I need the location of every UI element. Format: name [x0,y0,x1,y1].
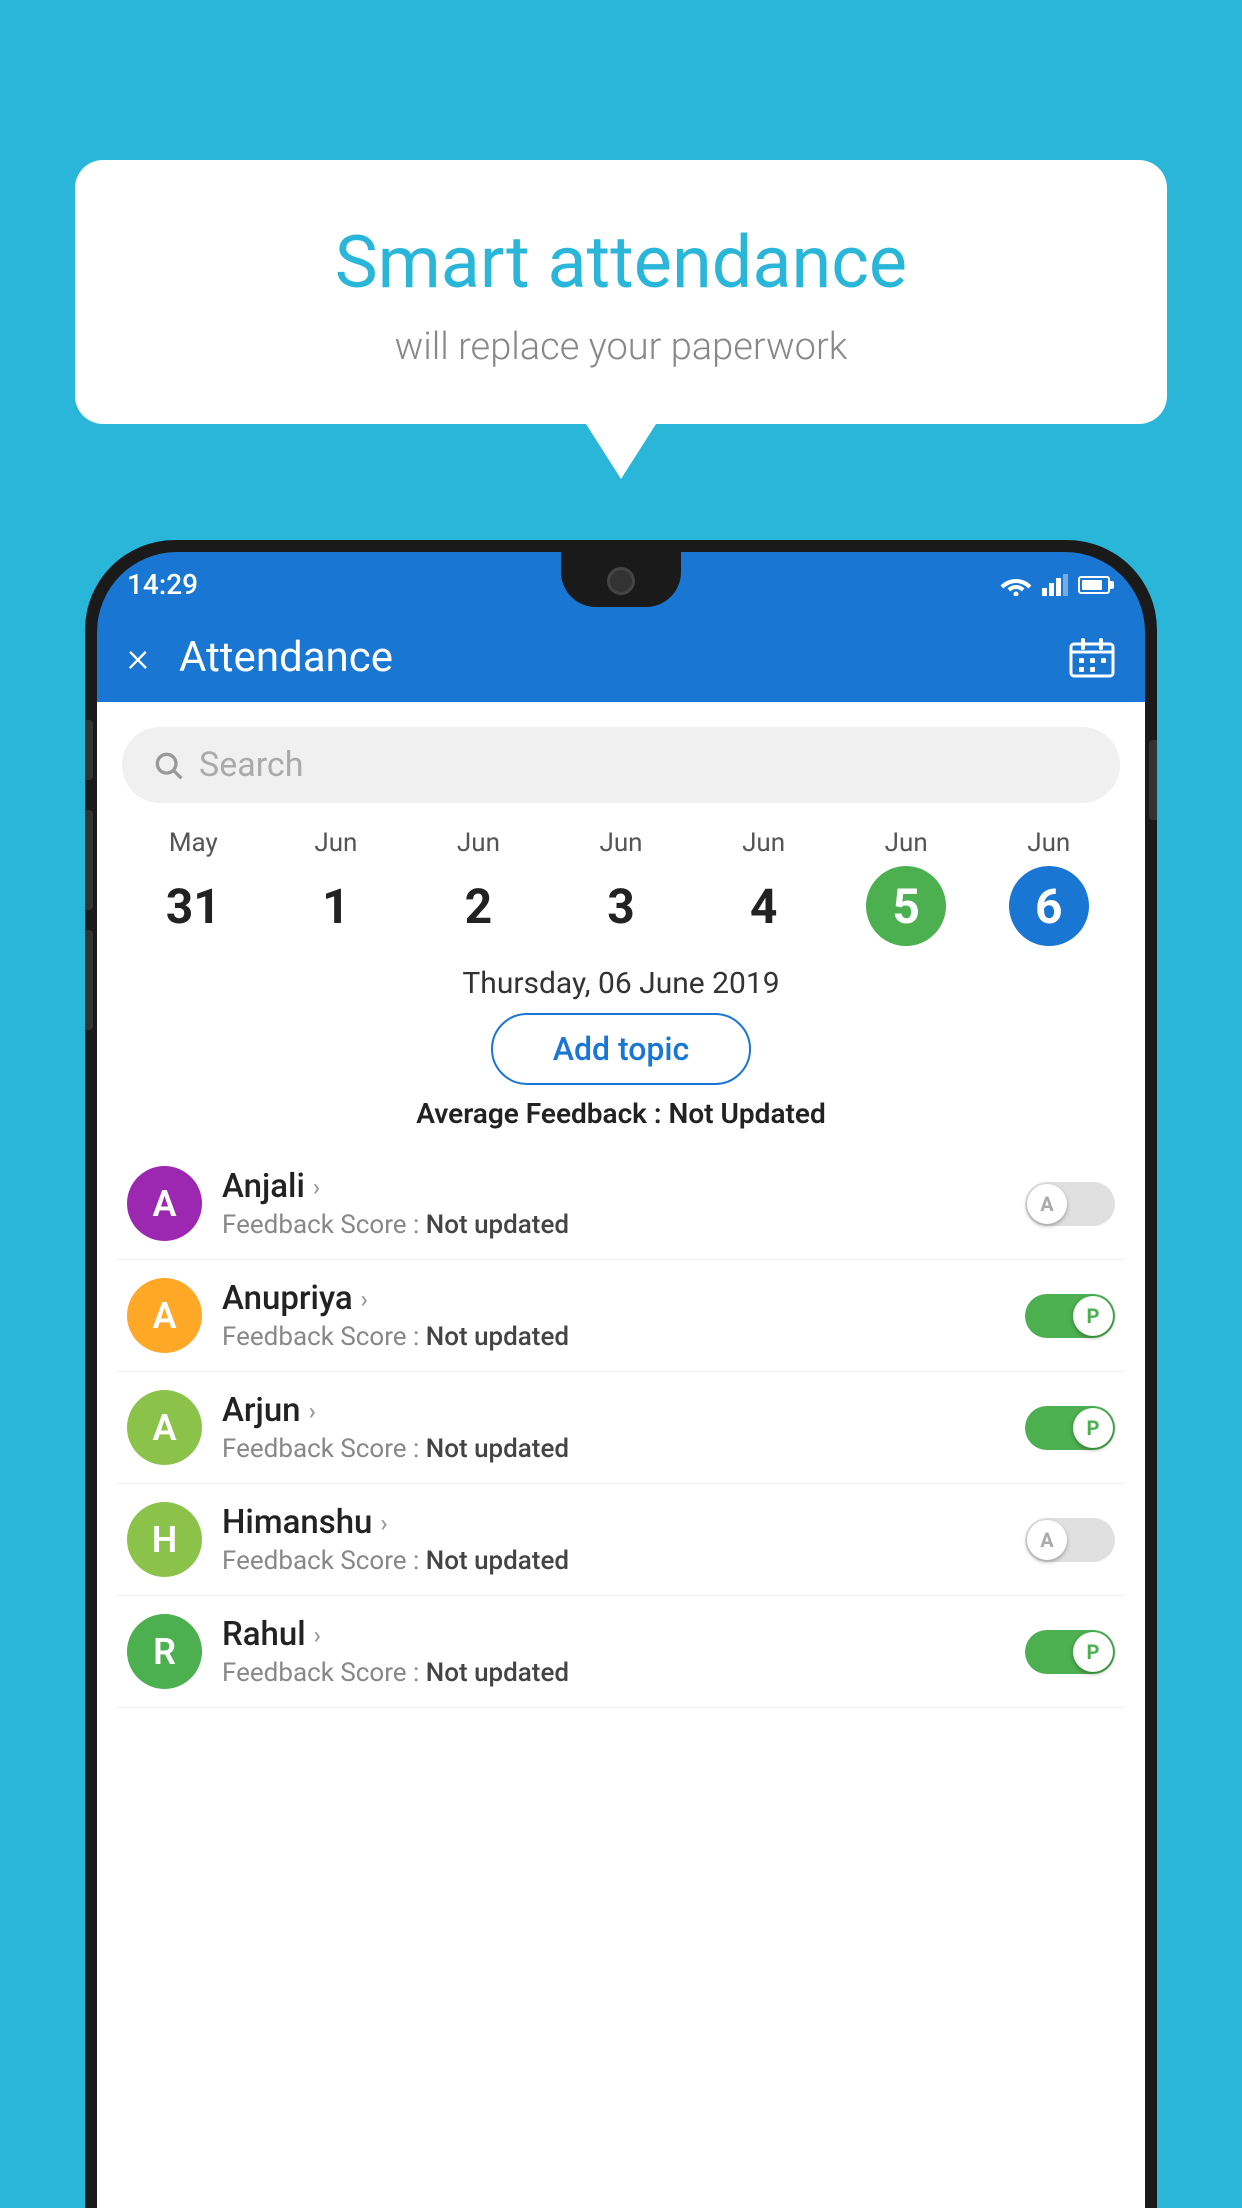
search-placeholder: Search [199,745,303,785]
date-strip: May 31 Jun 1 Jun 2 Jun 3 Jun 4 Jun 5 Jun 6 [97,818,1145,956]
signal-icon [1042,574,1068,596]
toggle-thumb: A [1027,1184,1067,1224]
date-month: Jun [314,828,357,858]
app-header: × Attendance [97,612,1145,702]
chevron-right-icon: › [309,1397,316,1425]
student-info: Arjun › Feedback Score : Not updated [222,1391,1010,1464]
toggle-thumb: P [1073,1408,1113,1448]
date-month: May [169,828,218,858]
student-feedback: Feedback Score : Not updated [222,1322,1010,1352]
student-item[interactable]: A Anupriya › Feedback Score : Not updated P [117,1260,1125,1372]
date-item[interactable]: Jun 3 [550,828,693,946]
feedback-value: Not updated [426,1546,569,1576]
student-name: Anjali › [222,1167,1010,1206]
date-month: Jun [1027,828,1070,858]
student-name: Arjun › [222,1391,1010,1430]
toggle-thumb: P [1073,1296,1113,1336]
add-topic-button[interactable]: Add topic [491,1013,752,1085]
status-icons [1000,574,1110,596]
student-item[interactable]: A Arjun › Feedback Score : Not updated P [117,1372,1125,1484]
screen-content: Search May 31 Jun 1 Jun 2 Jun 3 Jun 4 Jun 5 Jun 6 Thu… [97,702,1145,2208]
date-item[interactable]: Jun 2 [407,828,550,946]
student-info: Anjali › Feedback Score : Not updated [222,1167,1010,1240]
attendance-toggle[interactable]: A [1025,1182,1115,1226]
date-month: Jun [600,828,643,858]
feedback-value: Not updated [426,1434,569,1464]
date-item[interactable]: May 31 [122,828,265,946]
battery-icon [1078,576,1110,594]
date-day: 2 [438,866,518,946]
date-day: 4 [724,866,804,946]
selected-date-label: Thursday, 06 June 2019 [97,966,1145,1001]
attendance-toggle[interactable]: P [1025,1294,1115,1338]
student-info: Anupriya › Feedback Score : Not updated [222,1279,1010,1352]
phone-inner: 14:29 [97,552,1145,2208]
date-item[interactable]: Jun 6 [977,828,1120,946]
avatar: A [127,1390,202,1465]
search-icon [152,749,184,781]
average-feedback: Average Feedback : Not Updated [97,1097,1145,1130]
avatar: R [127,1614,202,1689]
date-day: 5 [866,866,946,946]
bubble-title: Smart attendance [135,220,1107,305]
student-item[interactable]: H Himanshu › Feedback Score : Not updated A [117,1484,1125,1596]
bubble-subtitle: will replace your paperwork [135,325,1107,369]
camera-button [85,930,93,1030]
search-bar[interactable]: Search [122,727,1120,803]
student-item[interactable]: R Rahul › Feedback Score : Not updated P [117,1596,1125,1708]
status-time: 14:29 [127,568,198,601]
volume-down-button [85,810,93,910]
wifi-icon [1000,574,1032,596]
feedback-value: Not updated [426,1322,569,1352]
attendance-toggle[interactable]: P [1025,1406,1115,1450]
chevron-right-icon: › [314,1621,321,1649]
avatar: H [127,1502,202,1577]
feedback-value: Not updated [426,1658,569,1688]
student-name: Anupriya › [222,1279,1010,1318]
student-feedback: Feedback Score : Not updated [222,1210,1010,1240]
date-day: 3 [581,866,661,946]
date-day: 6 [1009,866,1089,946]
header-title: Attendance [179,633,1069,682]
feedback-value: Not updated [426,1210,569,1240]
close-button[interactable]: × [127,633,149,682]
avg-feedback-label: Average Feedback : [416,1097,668,1130]
attendance-toggle[interactable]: P [1025,1630,1115,1674]
avg-feedback-value: Not Updated [669,1097,826,1130]
speech-bubble: Smart attendance will replace your paper… [75,160,1167,424]
volume-up-button [85,720,93,780]
avatar: A [127,1278,202,1353]
student-info: Himanshu › Feedback Score : Not updated [222,1503,1010,1576]
phone-frame: 14:29 [85,540,1157,2208]
date-item[interactable]: Jun 4 [692,828,835,946]
student-feedback: Feedback Score : Not updated [222,1546,1010,1576]
date-item[interactable]: Jun 5 [835,828,978,946]
chevron-right-icon: › [380,1509,387,1537]
chevron-right-icon: › [313,1173,320,1201]
student-feedback: Feedback Score : Not updated [222,1658,1010,1688]
date-day: 1 [296,866,376,946]
date-item[interactable]: Jun 1 [265,828,408,946]
student-item[interactable]: A Anjali › Feedback Score : Not updated A [117,1148,1125,1260]
student-feedback: Feedback Score : Not updated [222,1434,1010,1464]
date-month: Jun [885,828,928,858]
chevron-right-icon: › [361,1285,368,1313]
front-camera [607,567,635,595]
power-button [1149,740,1157,820]
toggle-thumb: A [1027,1520,1067,1560]
student-list: AAnjali ›Feedback Score : Not updatedAAA… [97,1148,1145,1708]
notch [561,552,681,607]
date-day: 31 [153,866,233,946]
toggle-thumb: P [1073,1632,1113,1672]
student-name: Rahul › [222,1615,1010,1654]
date-month: Jun [457,828,500,858]
student-name: Himanshu › [222,1503,1010,1542]
avatar: A [127,1166,202,1241]
student-info: Rahul › Feedback Score : Not updated [222,1615,1010,1688]
calendar-icon[interactable] [1069,636,1115,678]
attendance-toggle[interactable]: A [1025,1518,1115,1562]
date-month: Jun [742,828,785,858]
